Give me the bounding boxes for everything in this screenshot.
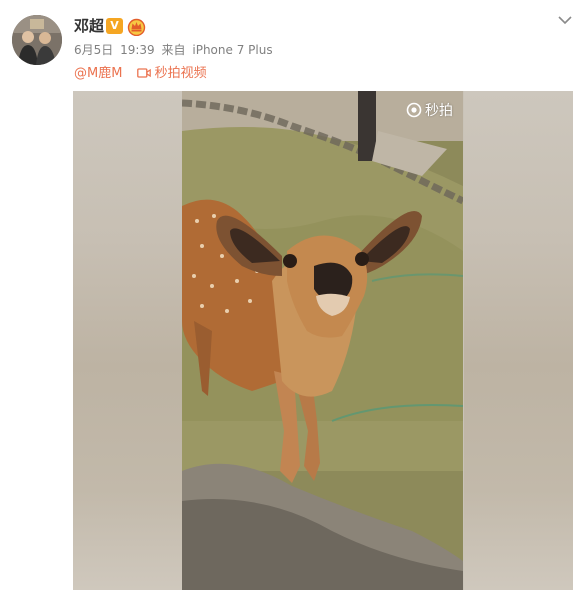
video-player[interactable]: 秒拍 — [73, 91, 573, 590]
video-link[interactable]: 秒拍视频 — [136, 66, 207, 81]
post-date[interactable]: 6月5日 — [74, 43, 113, 57]
watermark-text: 秒拍 — [425, 103, 453, 119]
video-link-label: 秒拍视频 — [154, 66, 207, 81]
video-blur-left — [73, 91, 182, 590]
source-device[interactable]: iPhone 7 Plus — [192, 43, 272, 57]
verified-v-icon[interactable]: V — [106, 18, 123, 34]
video-camera-icon — [136, 68, 151, 78]
post-text: @M鹿M 秒拍视频 — [74, 65, 207, 83]
post-time[interactable]: 19:39 — [120, 43, 155, 57]
video-blur-right — [464, 91, 573, 590]
username[interactable]: 邓超 — [74, 16, 104, 36]
weibo-post-card: 邓超 V 6月5日 19:39 来自 iPhone 7 Plus @M鹿M 秒拍… — [0, 0, 582, 595]
mention-link[interactable]: @M鹿M — [74, 66, 122, 81]
avatar-photo — [12, 15, 62, 65]
crown-badge-icon[interactable] — [127, 17, 146, 36]
video-watermark: 秒拍 — [406, 100, 453, 120]
deer-photo — [182, 91, 463, 590]
video-frame: 秒拍 — [182, 91, 463, 590]
avatar[interactable] — [12, 15, 62, 65]
source-prefix: 来自 — [161, 43, 186, 57]
post-meta: 6月5日 19:39 来自 iPhone 7 Plus — [74, 42, 276, 58]
chevron-down-icon[interactable] — [556, 13, 574, 27]
miaopai-logo-icon — [406, 102, 422, 118]
